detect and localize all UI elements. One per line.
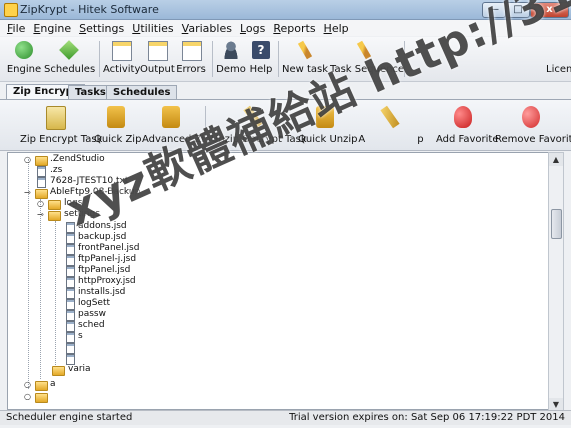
scroll-up-icon[interactable]: ▲ <box>549 153 563 166</box>
menu-settings[interactable]: Settings <box>79 22 124 35</box>
menu-bar: File Engine Settings Utilities Variables… <box>0 20 571 36</box>
folder-icon <box>35 156 48 166</box>
file-icon <box>66 299 75 310</box>
menu-reports[interactable]: Reports <box>273 22 315 35</box>
license-button[interactable]: Licen <box>546 64 571 75</box>
zip-toolbar: Zip Encrypt Task Quick Zip Advanced Zip … <box>0 100 571 151</box>
menu-file[interactable]: File <box>7 22 25 35</box>
toolbar-separator <box>278 41 279 77</box>
activity-button[interactable]: Activity <box>103 37 140 81</box>
unzip-decrypt-task-button[interactable]: Unzip Decrypt Task <box>211 100 307 150</box>
toolbar-separator <box>404 41 405 77</box>
app-icon <box>4 3 18 17</box>
advanced-unzip-icon <box>380 105 400 129</box>
folder-icon <box>35 381 48 391</box>
engine-button[interactable]: Engine <box>6 37 42 81</box>
tab-bar: Zip Encrypt Tasks Schedules <box>0 84 571 101</box>
folder-icon <box>48 211 61 221</box>
advanced-unzip-button[interactable]: Ap <box>356 100 426 150</box>
activity-icon <box>112 41 132 61</box>
menu-utilities[interactable]: Utilities <box>132 22 173 35</box>
tree-guide <box>40 199 41 379</box>
new-task-button[interactable]: New task <box>282 37 328 81</box>
trial-expiry: Trial version expires on: Sat Sep 06 17:… <box>289 412 565 423</box>
collapsed-toggle-icon[interactable]: ○ <box>24 381 31 389</box>
expanded-toggle-icon[interactable]: ⊸ <box>24 189 31 197</box>
expanded-toggle-icon[interactable]: ⊸ <box>37 211 44 219</box>
collapsed-toggle-icon[interactable]: ○ <box>24 393 31 401</box>
toolbar-separator <box>212 41 213 77</box>
add-favorite-icon <box>454 106 472 128</box>
file-icon <box>66 310 75 321</box>
file-icon <box>66 332 75 343</box>
advanced-zip-icon <box>162 106 180 128</box>
menu-help[interactable]: Help <box>324 22 349 35</box>
title-bar: ZipKrypt - Hitek Software — □ x <box>0 0 571 20</box>
folder-icon <box>48 200 61 210</box>
errors-icon <box>182 41 202 61</box>
help-icon: ? <box>252 41 270 59</box>
errors-button[interactable]: Errors <box>175 37 207 81</box>
new-task-icon <box>297 40 313 60</box>
close-button[interactable]: x <box>530 2 569 18</box>
scroll-thumb[interactable] <box>551 209 562 239</box>
status-bar: Scheduler engine started Trial version e… <box>0 410 571 425</box>
help-button[interactable]: ? Help <box>248 37 274 81</box>
window-title: ZipKrypt - Hitek Software <box>20 3 159 16</box>
app-window: ZipKrypt - Hitek Software — □ x File Eng… <box>0 0 571 428</box>
zip-encrypt-task-icon <box>46 106 66 130</box>
file-icon <box>66 277 75 288</box>
zip-encrypt-task-button[interactable]: Zip Encrypt Task <box>20 100 102 150</box>
add-favorite-button[interactable]: Add Favorite <box>436 100 499 150</box>
remove-favorite-button[interactable]: Remove Favorite <box>495 100 571 150</box>
toolbar-separator <box>205 106 206 146</box>
file-icon <box>66 343 75 354</box>
quick-unzip-icon <box>316 106 334 128</box>
task-sequence-button[interactable]: Task Sequence <box>330 37 404 81</box>
menu-engine[interactable]: Engine <box>33 22 71 35</box>
folder-icon <box>35 393 48 403</box>
status-message: Scheduler engine started <box>6 412 133 423</box>
tree-guide <box>55 221 56 371</box>
folder-icon <box>35 189 48 199</box>
folder-icon <box>52 366 65 376</box>
quick-zip-button[interactable]: Quick Zip <box>94 100 141 150</box>
collapsed-toggle-icon[interactable]: ○ <box>37 200 44 208</box>
file-icon <box>66 288 75 299</box>
engine-icon <box>15 41 33 59</box>
file-tree[interactable]: ○ .ZendStudio .zs 7628-JTEST10.txt ⊸ Abl… <box>7 152 549 410</box>
quick-unzip-button[interactable]: Quick Unzip <box>298 100 358 150</box>
file-icon <box>66 244 75 255</box>
file-icon <box>66 255 75 266</box>
file-icon <box>66 222 75 233</box>
demo-icon <box>222 41 240 59</box>
file-icon <box>66 321 75 332</box>
file-icon <box>66 266 75 277</box>
file-icon <box>37 177 46 188</box>
demo-button[interactable]: Demo <box>216 37 246 81</box>
schedules-icon <box>59 40 79 60</box>
menu-variables[interactable]: Variables <box>182 22 232 35</box>
menu-logs[interactable]: Logs <box>240 22 265 35</box>
minimize-button[interactable]: — <box>482 2 506 18</box>
main-toolbar: Engine Schedules Activity Output Errors … <box>0 37 571 82</box>
file-icon <box>37 166 46 177</box>
advanced-zip-button[interactable]: Advanced Zip <box>142 100 211 150</box>
vertical-scrollbar[interactable]: ▲ ▼ <box>548 152 564 412</box>
unzip-decrypt-task-icon <box>243 105 263 129</box>
schedules-button[interactable]: Schedules <box>44 37 95 81</box>
file-icon <box>66 233 75 244</box>
collapsed-toggle-icon[interactable]: ○ <box>24 156 31 164</box>
remove-favorite-icon <box>522 106 540 128</box>
maximize-button[interactable]: □ <box>506 2 530 18</box>
output-icon <box>148 41 168 61</box>
task-sequence-icon <box>356 40 372 60</box>
tab-schedules[interactable]: Schedules <box>106 85 178 100</box>
toolbar-separator <box>99 41 100 77</box>
output-button[interactable]: Output <box>140 37 175 81</box>
quick-zip-icon <box>107 106 125 128</box>
